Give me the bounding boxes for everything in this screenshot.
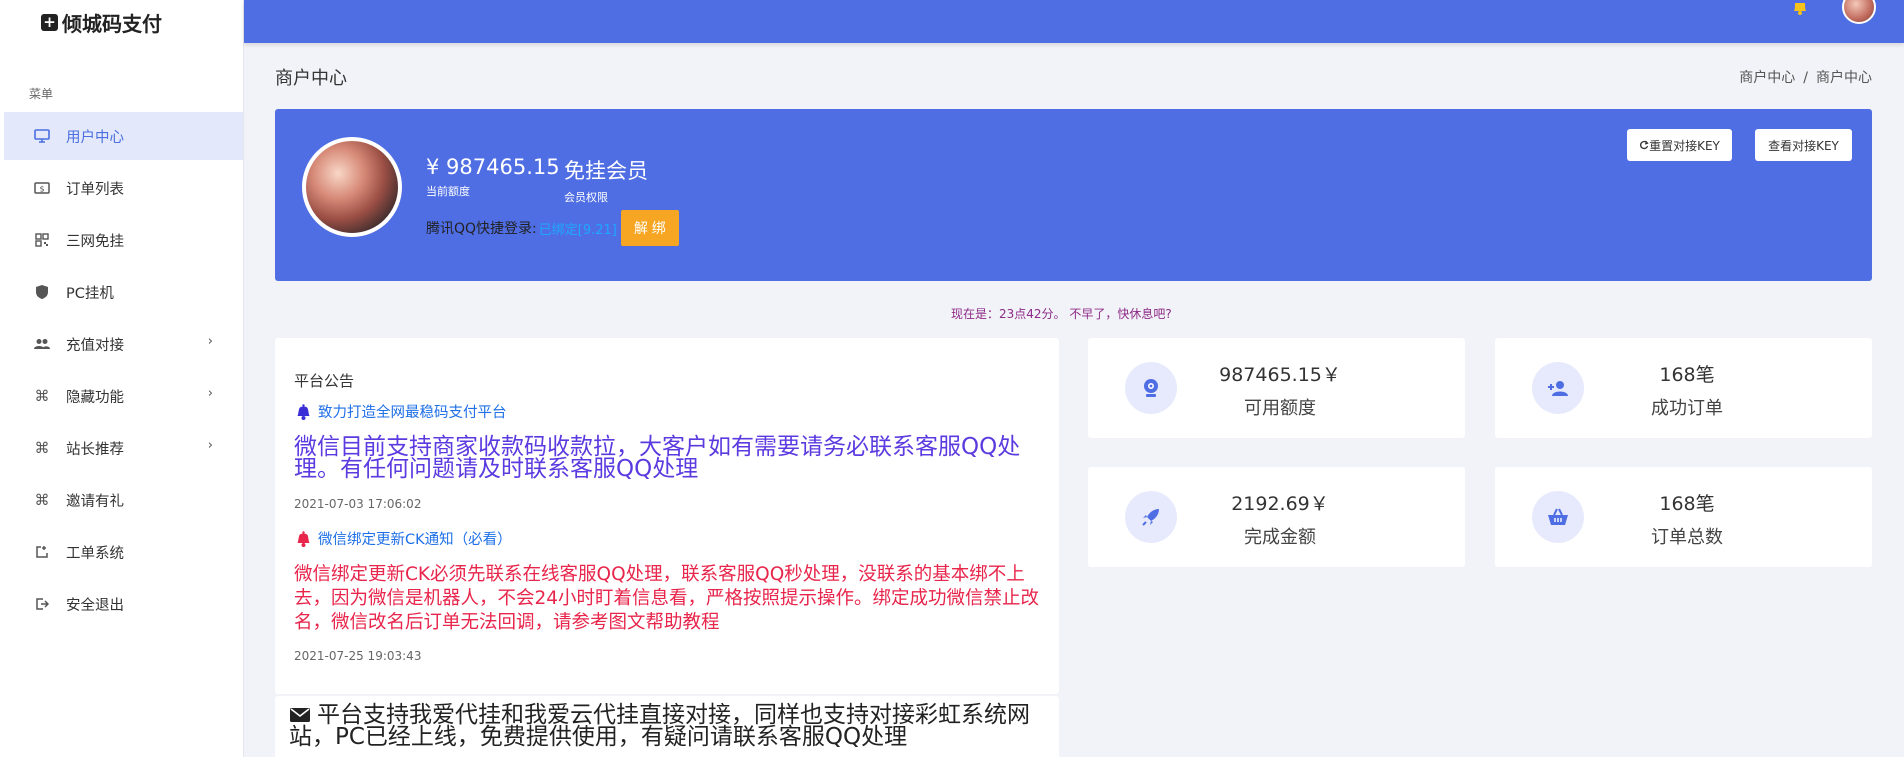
sidebar-nav: 用户中心 $ 订单列表 三网免挂 PC挂机 充值对接 › ⌘ 隐藏功能 › ⌘ … <box>0 112 243 628</box>
page-title: 商户中心 <box>275 68 347 89</box>
view-key-button[interactable]: 查看对接KEY <box>1755 129 1852 161</box>
stat-label: 完成金额 <box>1244 527 1316 548</box>
member-block: 免挂会员 会员权限 <box>564 155 648 205</box>
qq-bind-status: 已绑定[9.21] <box>538 222 617 238</box>
sidebar-item-invite[interactable]: ⌘ 邀请有礼 <box>4 476 243 524</box>
sidebar-item-label: 用户中心 <box>66 129 124 146</box>
rocket-icon <box>1125 491 1177 543</box>
announcement-title: 平台公告 <box>294 372 355 390</box>
bell-icon <box>297 530 310 547</box>
announcement-item-link[interactable]: 微信绑定更新CK通知（必看） <box>294 528 512 549</box>
sidebar-item-label: 隐藏功能 <box>66 389 124 406</box>
sidebar-item-user-center[interactable]: 用户中心 <box>4 112 243 160</box>
sidebar-item-label: 工单系统 <box>66 545 124 562</box>
unbind-button[interactable]: 解 绑 <box>620 210 679 246</box>
announcement-date: 2021-07-03 17:06:02 <box>294 497 422 511</box>
sidebar-item-recommend[interactable]: ⌘ 站长推荐 › <box>4 424 243 472</box>
announcement-card: 平台公告 致力打造全网最稳码支付平台 微信目前支持商家收款码收款拉，大客户如有需… <box>275 338 1059 694</box>
svg-text:$: $ <box>39 185 44 194</box>
announcement-item-link[interactable]: 致力打造全网最稳码支付平台 <box>294 401 507 422</box>
stat-card-completed-amount: 2192.69￥ 完成金额 <box>1088 467 1465 567</box>
plus-square-icon: + <box>41 13 58 31</box>
qq-login-row: 腾讯QQ快捷登录: 已绑定[9.21] 解 绑 <box>426 210 679 246</box>
command-icon: ⌘ <box>34 491 50 509</box>
shield-icon <box>32 282 52 302</box>
sidebar-item-hidden[interactable]: ⌘ 隐藏功能 › <box>4 372 243 420</box>
reset-key-label: 重置对接KEY <box>1649 138 1720 153</box>
stat-card-success-orders: 168笔 成功订单 <box>1495 338 1872 438</box>
user-plus-icon <box>1532 362 1584 414</box>
breadcrumb-item[interactable]: 商户中心 <box>1739 70 1795 86</box>
external-square-icon <box>32 542 52 562</box>
sidebar-item-label: 订单列表 <box>66 181 124 198</box>
sidebar-item-label: 充值对接 <box>66 337 124 354</box>
view-key-label: 查看对接KEY <box>1768 138 1839 153</box>
stat-value: 168笔 <box>1659 493 1715 515</box>
top-bar <box>244 0 1904 43</box>
sidebar: + 倾城码支付 菜单 用户中心 $ 订单列表 三网免挂 PC挂机 充值对接 › … <box>0 0 244 757</box>
chevron-right-icon: › <box>207 386 213 401</box>
announcement-card: 平台支持我爱代挂和我爱云代挂直接对接，同样也支持对接彩虹系统网站，PC已经上线，… <box>275 696 1059 757</box>
announcement-message: 平台支持我爱代挂和我爱云代挂直接对接，同样也支持对接彩虹系统网站，PC已经上线，… <box>289 702 1030 750</box>
reset-key-button[interactable]: 重置对接KEY <box>1627 129 1732 161</box>
member-label: 会员权限 <box>564 191 608 204</box>
announcement-message: 微信目前支持商家收款码收款拉，大客户如有需要请务必联系客服QQ处理。有任何问题请… <box>294 434 1021 482</box>
announcement-message: 微信绑定更新CK必须先联系在线客服QQ处理，联系客服QQ秒处理，没联系的基本绑不… <box>294 564 1040 633</box>
envelope-icon <box>290 708 310 722</box>
stat-card-total-orders: 168笔 订单总数 <box>1495 467 1872 567</box>
announcement-item-title: 微信绑定更新CK通知（必看） <box>318 532 512 548</box>
sidebar-item-orders[interactable]: $ 订单列表 <box>4 164 243 212</box>
qq-login-label: 腾讯QQ快捷登录: <box>426 221 537 237</box>
announcement-message-row: 平台支持我爱代挂和我爱云代挂直接对接，同样也支持对接彩虹系统网站，PC已经上线，… <box>289 702 1057 750</box>
logout-icon <box>32 594 52 614</box>
dollar-bill-icon: $ <box>32 178 52 198</box>
bell-icon <box>297 403 310 420</box>
users-icon <box>32 334 52 354</box>
stat-label: 可用额度 <box>1244 398 1316 419</box>
chevron-right-icon: › <box>207 334 213 349</box>
sidebar-item-pc-hangup[interactable]: PC挂机 <box>4 268 243 316</box>
user-avatar[interactable] <box>1842 0 1876 24</box>
breadcrumb-separator: / <box>1803 70 1808 86</box>
sidebar-item-label: 三网免挂 <box>66 233 124 250</box>
brand[interactable]: + 倾城码支付 <box>0 0 243 44</box>
brand-name: 倾城码支付 <box>62 11 162 36</box>
balance-label: 当前额度 <box>426 185 470 198</box>
stat-card-available: 987465.15￥ 可用额度 <box>1088 338 1465 438</box>
sidebar-item-label: 站长推荐 <box>66 441 124 458</box>
balance-block: ¥ 987465.15 当前额度 <box>426 155 560 199</box>
stat-label: 订单总数 <box>1651 527 1723 548</box>
basket-icon <box>1532 491 1584 543</box>
refresh-icon <box>1640 140 1649 150</box>
announcement-item-title: 致力打造全网最稳码支付平台 <box>318 405 507 421</box>
monitor-icon <box>32 126 52 146</box>
sidebar-item-label: 邀请有礼 <box>66 493 124 510</box>
command-icon: ⌘ <box>34 439 50 457</box>
chevron-right-icon: › <box>207 438 213 453</box>
webcam-icon <box>1125 362 1177 414</box>
sidebar-item-logout[interactable]: 安全退出 <box>4 580 243 628</box>
breadcrumb: 商户中心 / 商户中心 <box>1739 67 1872 87</box>
profile-banner: ¥ 987465.15 当前额度 免挂会员 会员权限 腾讯QQ快捷登录: 已绑定… <box>275 109 1872 281</box>
stat-value: 987465.15￥ <box>1219 364 1341 386</box>
stat-label: 成功订单 <box>1651 398 1723 419</box>
breadcrumb-item: 商户中心 <box>1816 70 1872 86</box>
stat-value: 168笔 <box>1659 364 1715 386</box>
sidebar-item-label: 安全退出 <box>66 597 124 614</box>
qrcode-icon <box>32 230 52 250</box>
balance-value: ¥ 987465.15 <box>426 155 560 179</box>
profile-avatar <box>302 137 402 237</box>
time-notice: 现在是：23点42分。 不早了，快休息吧? <box>951 307 1172 321</box>
command-icon: ⌘ <box>34 387 50 405</box>
sidebar-item-tickets[interactable]: 工单系统 <box>4 528 243 576</box>
menu-caption: 菜单 <box>29 87 54 101</box>
bell-icon[interactable] <box>1791 0 1809 16</box>
sidebar-item-label: PC挂机 <box>66 285 114 302</box>
sidebar-item-recharge[interactable]: 充值对接 › <box>4 320 243 368</box>
sidebar-item-three-network[interactable]: 三网免挂 <box>4 216 243 264</box>
stat-value: 2192.69￥ <box>1231 493 1329 515</box>
announcement-date: 2021-07-25 19:03:43 <box>294 649 422 663</box>
member-value: 免挂会员 <box>564 159 648 183</box>
